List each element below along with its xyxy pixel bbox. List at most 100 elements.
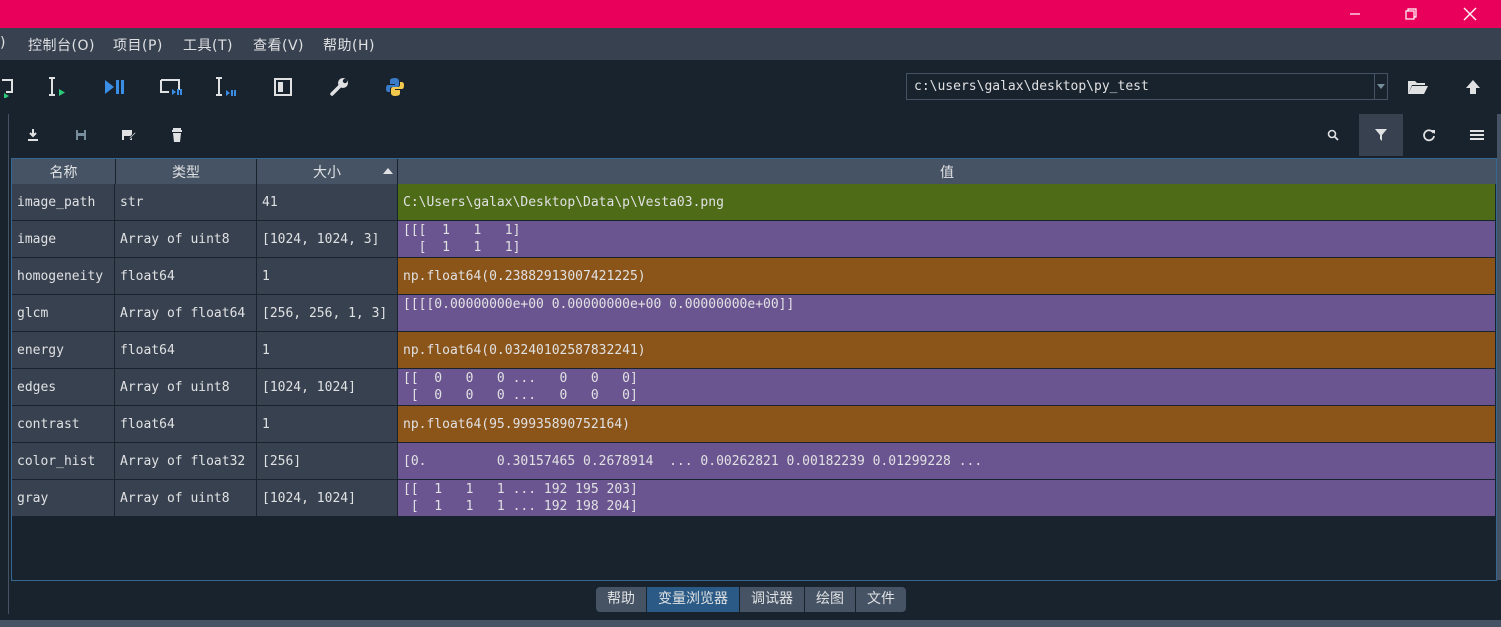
hamburger-menu-icon [1470, 130, 1484, 140]
save-data-icon [76, 130, 86, 140]
cell-value[interactable]: [[[[0.00000000e+00 0.00000000e+00 0.0000… [398, 295, 1496, 332]
cell-name[interactable]: image_path [12, 184, 115, 221]
cell-name[interactable]: energy [12, 332, 115, 369]
cell-value[interactable]: np.float64(95.99935890752164) [398, 406, 1496, 443]
parent-directory-button[interactable] [1460, 74, 1486, 100]
cell-name[interactable]: contrast [12, 406, 115, 443]
cell-type[interactable]: float64 [115, 332, 257, 369]
remove-all-button[interactable] [167, 125, 187, 145]
menu-item-tools[interactable]: 工具(T) [183, 35, 233, 55]
cell-size[interactable]: [1024, 1024] [257, 369, 398, 406]
sort-ascending-icon [383, 168, 393, 174]
cell-name[interactable]: gray [12, 480, 115, 517]
save-data-button[interactable] [71, 125, 91, 145]
table-row[interactable]: energy float64 1 np.float64(0.0324010258783… [12, 332, 1496, 369]
restore-icon [1405, 8, 1417, 20]
cell-name[interactable]: glcm [12, 295, 115, 332]
python-icon [386, 78, 404, 96]
options-menu-button[interactable] [1467, 125, 1487, 145]
debug-cell-button[interactable] [158, 74, 184, 100]
debug-continue-button[interactable] [102, 74, 128, 100]
cell-size[interactable]: [256] [257, 443, 398, 480]
table-row[interactable]: contrast float64 1 np.float64(95.9993589075… [12, 406, 1496, 443]
import-data-button[interactable] [23, 125, 43, 145]
cell-type[interactable]: Array of uint8 [115, 369, 257, 406]
debug-selection-button[interactable] [214, 74, 240, 100]
column-header-size[interactable]: 大小 [257, 159, 398, 184]
minimize-button[interactable] [1332, 0, 1378, 28]
menu-item-partial[interactable]: ) [0, 35, 6, 51]
close-icon [1463, 7, 1477, 21]
variable-explorer-toolbar [9, 114, 1501, 156]
cell-size[interactable]: 41 [257, 184, 398, 221]
cell-type[interactable]: Array of uint8 [115, 480, 257, 517]
cell-value[interactable]: [[ 0 0 0 ... 0 0 0] [ 0 0 0 ... 0 0 0] [398, 369, 1496, 406]
cell-size[interactable]: [1024, 1024] [257, 480, 398, 517]
save-as-button[interactable] [119, 125, 139, 145]
cell-name[interactable]: edges [12, 369, 115, 406]
debug-cell-icon [160, 79, 182, 95]
cell-type[interactable]: Array of uint8 [115, 221, 257, 258]
column-header-type[interactable]: 类型 [116, 159, 257, 184]
tab-files[interactable]: 文件 [856, 587, 906, 612]
preferences-button[interactable] [326, 74, 352, 100]
run-cell-advance-button[interactable] [0, 74, 22, 100]
title-bar [0, 0, 1501, 28]
cell-type[interactable]: str [115, 184, 257, 221]
table-row[interactable]: color_hist Array of float32 [256] [0. 0.301… [12, 443, 1496, 480]
cell-value[interactable]: np.float64(0.03240102587832241) [398, 332, 1496, 369]
table-row[interactable]: image Array of uint8 [1024, 1024, 3][[[ 1 … [12, 221, 1496, 258]
table-row[interactable]: edges Array of uint8 [1024, 1024][[ 0 0 0 … [12, 369, 1496, 406]
python-path-button[interactable] [382, 74, 408, 100]
cell-name[interactable]: homogeneity [12, 258, 115, 295]
pane-scrollbar[interactable] [1497, 114, 1501, 580]
cell-size[interactable]: [256, 256, 1, 3] [257, 295, 398, 332]
tab-variable-explorer[interactable]: 变量浏览器 [647, 587, 740, 612]
table-row[interactable]: homogeneity float64 1 np.float64(0.23882913… [12, 258, 1496, 295]
menu-item-view[interactable]: 查看(V) [253, 35, 304, 55]
working-directory-combobox[interactable]: c:\users\galax\desktop\py_test [906, 73, 1388, 100]
cell-size[interactable]: [1024, 1024, 3] [257, 221, 398, 258]
cell-size[interactable]: 1 [257, 406, 398, 443]
cell-type[interactable]: Array of float32 [115, 443, 257, 480]
cell-size[interactable]: 1 [257, 332, 398, 369]
cell-value[interactable]: [[[ 1 1 1] [ 1 1 1] [398, 221, 1496, 258]
combobox-dropdown-button[interactable] [1374, 74, 1387, 99]
wrench-icon [330, 78, 348, 96]
tab-help[interactable]: 帮助 [596, 587, 647, 612]
save-as-icon [122, 130, 137, 140]
cell-name[interactable]: color_hist [12, 443, 115, 480]
cell-type[interactable]: float64 [115, 406, 257, 443]
table-row[interactable]: image_path str 41 C:\Users\galax\Desktop\Da… [12, 184, 1496, 221]
menu-item-console[interactable]: 控制台(O) [28, 35, 95, 55]
tab-plots[interactable]: 绘图 [805, 587, 856, 612]
cell-value[interactable]: [[ 1 1 1 ... 192 195 203] [ 1 1 1 ... 19… [398, 480, 1496, 517]
cell-type[interactable]: float64 [115, 258, 257, 295]
cell-size[interactable]: 1 [257, 258, 398, 295]
cell-value[interactable]: C:\Users\galax\Desktop\Data\p\Vesta03.pn… [398, 184, 1496, 221]
filter-button[interactable] [1359, 114, 1403, 156]
working-directory-value[interactable]: c:\users\galax\desktop\py_test [914, 79, 1149, 94]
menu-item-help[interactable]: 帮助(H) [323, 35, 375, 55]
restore-button[interactable] [1388, 0, 1434, 28]
search-button[interactable] [1323, 125, 1343, 145]
cell-type[interactable]: Array of float64 [115, 295, 257, 332]
run-selection-button[interactable] [46, 74, 72, 100]
column-header-value[interactable]: 值 [398, 159, 1496, 184]
cell-value[interactable]: np.float64(0.23882913007421225) [398, 258, 1496, 295]
cell-name[interactable]: image [12, 221, 115, 258]
maximize-pane-button[interactable] [270, 74, 296, 100]
column-header-name[interactable]: 名称 [12, 159, 116, 184]
menu-item-project[interactable]: 项目(P) [113, 35, 163, 55]
tab-debugger[interactable]: 调试器 [740, 587, 805, 612]
close-button[interactable] [1447, 0, 1493, 28]
refresh-button[interactable] [1419, 125, 1439, 145]
pane-tab-bar: 帮助 变量浏览器 调试器 绘图 文件 [596, 587, 906, 612]
cell-value[interactable]: [0. 0.30157465 0.2678914 ... 0.00262821 … [398, 443, 1496, 480]
maximize-pane-icon [274, 78, 292, 96]
browse-directory-button[interactable] [1405, 74, 1431, 100]
parent-directory-icon [1466, 80, 1480, 94]
chevron-down-icon [1377, 83, 1385, 89]
table-row[interactable]: glcm Array of float64 [256, 256, 1, 3][[[[… [12, 295, 1496, 332]
table-row[interactable]: gray Array of uint8 [1024, 1024][[ 1 1 1 .… [12, 480, 1496, 517]
